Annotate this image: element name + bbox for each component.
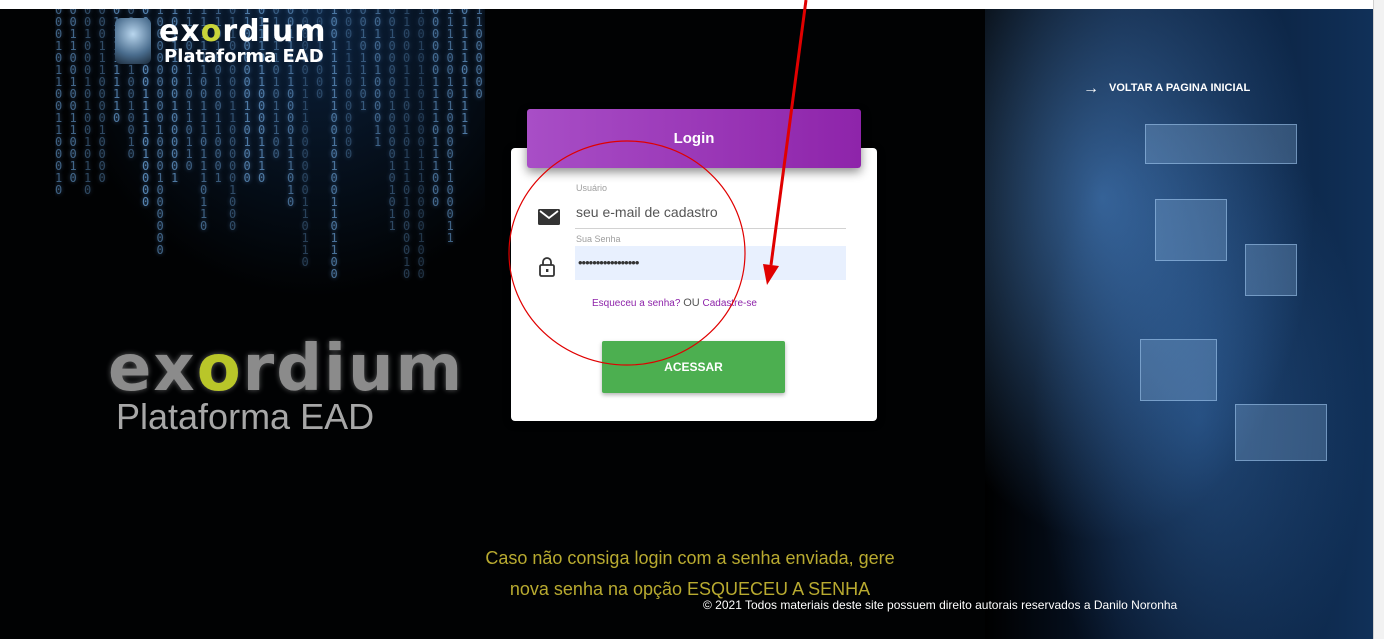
- matrix-code-column: 11000111001011101000010: [403, 9, 411, 281]
- brand-logo-large: exordium Plataforma EAD: [108, 332, 465, 437]
- logo-face-icon: [115, 18, 151, 64]
- matrix-code-column: 00000011110111000: [432, 9, 440, 209]
- back-to-home-link[interactable]: → VOLTAR A PAGINA INICIAL: [1083, 79, 1251, 97]
- matrix-code-column: 001011101: [359, 9, 367, 113]
- username-input[interactable]: seu e-mail de cadastro: [576, 204, 718, 220]
- matrix-code-column: 0010000010000101011: [388, 9, 396, 233]
- login-header: Login: [527, 109, 861, 168]
- back-link-label: VOLTAR A PAGINA INICIAL: [1109, 82, 1251, 94]
- username-underline: [575, 228, 846, 229]
- matrix-code-column: 01111011111: [461, 9, 469, 137]
- notice-line-1: Caso não consiga login com a senha envia…: [485, 548, 895, 568]
- login-title: Login: [673, 130, 715, 147]
- password-notice: Caso não consiga login com a senha envia…: [440, 543, 940, 605]
- matrix-code-column: 10010110100011100001000: [417, 9, 425, 281]
- scrollbar[interactable]: [1373, 0, 1384, 639]
- logo-wordmark: exordium: [159, 14, 327, 49]
- login-submit-button[interactable]: ACESSAR: [602, 341, 785, 393]
- matrix-code-column: 101001000011: [374, 9, 382, 149]
- matrix-code-column: 001100100110010: [69, 9, 77, 185]
- account-links: Esqueceu a senha? OU Cadastre-se: [592, 297, 757, 309]
- window-top-edge: [0, 0, 1384, 9]
- matrix-code-column: 000111000010000: [98, 9, 106, 185]
- circuit-chip: [1140, 339, 1217, 401]
- matrix-code-column: 10011111100101001101100: [330, 9, 338, 281]
- or-text: OU: [683, 297, 700, 309]
- password-label: Sua Senha: [576, 234, 621, 244]
- username-label: Usuário: [576, 183, 608, 193]
- matrix-code-column: 11110010100001100011: [446, 9, 454, 245]
- circuit-chip: [1145, 124, 1297, 164]
- circuit-chip: [1235, 404, 1327, 461]
- matrix-code-column: 11000000: [475, 9, 483, 101]
- circuit-chip: [1155, 199, 1227, 261]
- matrix-code-column: 0001110000000: [345, 9, 353, 161]
- password-input[interactable]: •••••••••••••••••: [575, 246, 846, 280]
- matrix-code-column: 0010001010010110: [84, 9, 92, 197]
- cyber-face-background: [985, 9, 1375, 639]
- arrow-right-icon: →: [1083, 79, 1099, 97]
- register-link[interactable]: Cadastre-se: [702, 298, 756, 309]
- lock-icon: [539, 257, 555, 277]
- logo-subtitle-large: Plataforma EAD: [116, 396, 375, 437]
- logo-subtitle: Plataforma EAD: [164, 46, 324, 67]
- forgot-password-link[interactable]: Esqueceu a senha?: [592, 298, 680, 309]
- circuit-chip: [1245, 244, 1297, 296]
- mail-icon: [538, 209, 560, 225]
- matrix-code-column: 0001011001100010: [55, 9, 63, 197]
- copyright-text: © 2021 Todos materiais deste site possue…: [703, 598, 1178, 612]
- logo-wordmark-large: exordium: [108, 332, 465, 406]
